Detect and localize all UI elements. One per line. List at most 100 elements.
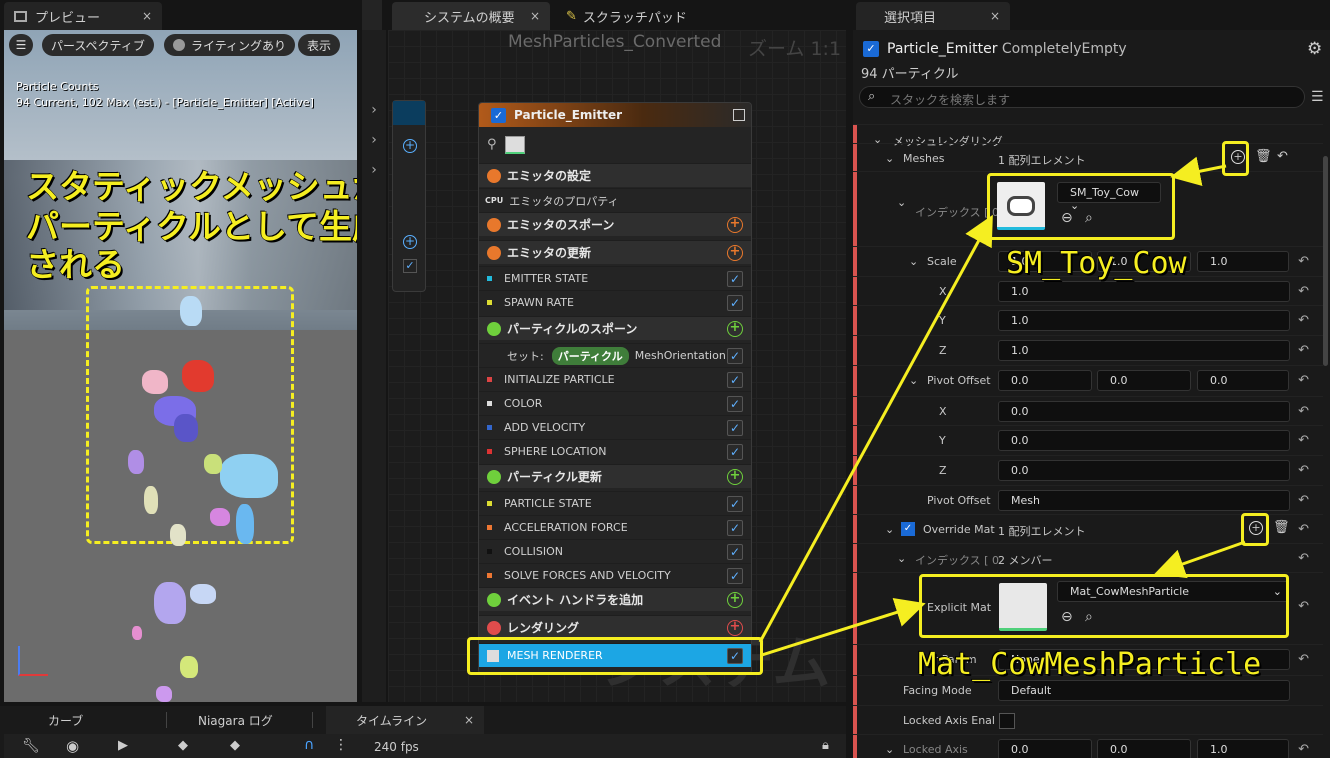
lighting-button[interactable]: ライティングあり bbox=[164, 34, 296, 56]
show-button[interactable]: 表示 bbox=[298, 34, 341, 56]
key-add-icon[interactable]: ◆ bbox=[230, 738, 240, 753]
reset-icon[interactable]: ↶ bbox=[1298, 254, 1309, 269]
enable-checkbox[interactable]: ✓ bbox=[491, 107, 506, 123]
module-enable-checkbox[interactable]: ✓ bbox=[727, 371, 743, 388]
node-row[interactable]: ADD VELOCITY ✓ bbox=[479, 415, 751, 439]
close-icon[interactable]: × bbox=[990, 9, 1000, 23]
module-enable-checkbox[interactable]: ✓ bbox=[727, 543, 743, 560]
trash-icon[interactable]: 🗑︎ bbox=[1273, 520, 1290, 535]
add-module-icon[interactable]: + bbox=[727, 216, 743, 233]
node-row[interactable]: レンダリング + bbox=[479, 615, 751, 639]
tab-timeline[interactable]: タイムライン × bbox=[326, 706, 484, 734]
emitter-node[interactable]: ✓ Particle_Emitter ⚲ エミッタの設定 CPU エミッタのプロパテ… bbox=[478, 102, 752, 674]
reset-icon[interactable]: ↶ bbox=[1298, 599, 1309, 614]
add-icon[interactable]: + bbox=[403, 235, 417, 249]
settings-gear-icon[interactable]: ⚙ bbox=[1307, 39, 1322, 59]
module-enable-checkbox[interactable]: ✓ bbox=[727, 519, 743, 536]
reset-icon[interactable]: ↶ bbox=[1298, 404, 1309, 419]
module-enable-checkbox[interactable]: ✓ bbox=[727, 270, 743, 287]
node-row[interactable]: セット: パーティクル MeshOrientation ✓ bbox=[479, 343, 751, 367]
override-checkbox[interactable]: ✓ bbox=[901, 522, 915, 536]
wrench-icon[interactable]: 🔧︎ bbox=[22, 738, 40, 754]
add-icon[interactable]: + bbox=[403, 139, 417, 153]
perspective-button[interactable]: パースペクティブ bbox=[42, 34, 154, 56]
collapse-chevron-icon[interactable]: ⌄ bbox=[909, 255, 918, 268]
node-row[interactable]: SPAWN RATE ✓ bbox=[479, 290, 751, 314]
open-external-icon[interactable] bbox=[733, 109, 745, 121]
collapse-chevron-icon[interactable]: ⌄ bbox=[897, 196, 906, 209]
close-icon[interactable]: × bbox=[464, 713, 474, 727]
module-enable-checkbox[interactable]: ✓ bbox=[727, 495, 743, 512]
emitter-enable-checkbox[interactable]: ✓ bbox=[863, 41, 879, 57]
play-icon[interactable]: ▶ bbox=[118, 738, 128, 753]
facing-dropdown[interactable]: Default bbox=[998, 680, 1290, 701]
trash-icon[interactable]: 🗑︎ bbox=[1255, 149, 1272, 164]
node-row[interactable]: ACCELERATION FORCE ✓ bbox=[479, 515, 751, 539]
locked-axis-checkbox[interactable] bbox=[999, 713, 1015, 729]
lock-icon[interactable]: 🔒︎ bbox=[822, 738, 829, 753]
reset-icon[interactable]: ↶ bbox=[1298, 373, 1309, 388]
value-field[interactable]: 1.0 bbox=[998, 310, 1290, 331]
collapse-chevron-icon[interactable]: ⌄ bbox=[885, 152, 894, 165]
tab-curve[interactable]: カーブ bbox=[38, 706, 93, 734]
reset-icon[interactable]: ↶ bbox=[1298, 493, 1309, 508]
more-icon[interactable]: ⋮ bbox=[334, 737, 348, 753]
tab-selection[interactable]: 選択項目 × bbox=[856, 2, 1010, 30]
emitter-node-header[interactable]: ✓ Particle_Emitter bbox=[479, 103, 751, 127]
reset-icon[interactable]: ↶ bbox=[1298, 551, 1309, 566]
add-module-icon[interactable]: + bbox=[727, 244, 743, 261]
collapse-chevron-icon[interactable]: ⌄ bbox=[909, 374, 918, 387]
collapse-chevron-icon[interactable]: ⌄ bbox=[885, 743, 894, 756]
node-row[interactable]: パーティクル更新 + bbox=[479, 464, 751, 488]
node-row[interactable]: COLLISION ✓ bbox=[479, 539, 751, 563]
preview-viewport[interactable]: ☰ パースペクティブ ライティングあり 表示 Particle Counts 9… bbox=[4, 30, 357, 702]
pin-icon[interactable]: ⚲ bbox=[487, 137, 497, 152]
fps-label[interactable]: 240 fps bbox=[374, 740, 419, 754]
details-scrollbar[interactable] bbox=[1323, 156, 1328, 366]
node-row[interactable]: INITIALIZE PARTICLE ✓ bbox=[479, 367, 751, 391]
node-row[interactable]: SPHERE LOCATION ✓ bbox=[479, 439, 751, 463]
value-field[interactable]: 0.0 bbox=[1097, 739, 1191, 758]
value-field[interactable]: 0.0 bbox=[998, 430, 1290, 451]
expand-arrow-icon[interactable]: › bbox=[362, 132, 386, 148]
node-row[interactable]: エミッタの設定 bbox=[479, 163, 751, 187]
reset-icon[interactable]: ↶ bbox=[1298, 433, 1309, 448]
reset-icon[interactable]: ↶ bbox=[1298, 343, 1309, 358]
reset-icon[interactable]: ↶ bbox=[1298, 742, 1309, 757]
tab-preview[interactable]: プレビュー × bbox=[4, 2, 162, 30]
node-row[interactable]: エミッタのスポーン + bbox=[479, 212, 751, 236]
value-field[interactable]: 1.0 bbox=[1197, 739, 1289, 758]
node-row[interactable]: SOLVE FORCES AND VELOCITY ✓ bbox=[479, 563, 751, 587]
collapse-chevron-icon[interactable]: ⌄ bbox=[897, 552, 906, 565]
module-enable-checkbox[interactable]: ✓ bbox=[727, 443, 743, 460]
value-field[interactable]: 1.0 bbox=[1197, 251, 1289, 272]
tab-scratch-pad[interactable]: ✎ スクラッチパッド bbox=[556, 2, 726, 30]
key-icon[interactable]: ◆ bbox=[178, 738, 188, 753]
module-enable-checkbox[interactable]: ✓ bbox=[727, 567, 743, 584]
undo-icon[interactable]: ↶ bbox=[1277, 149, 1288, 164]
node-row[interactable]: パーティクルのスポーン + bbox=[479, 316, 751, 340]
value-field[interactable]: 0.0 bbox=[998, 739, 1092, 758]
filter-icon[interactable]: ☰ bbox=[1311, 89, 1324, 105]
node-row[interactable]: COLOR ✓ bbox=[479, 391, 751, 415]
eye-icon[interactable]: ◉ bbox=[66, 737, 79, 755]
value-field[interactable]: 0.0 bbox=[1097, 370, 1191, 391]
add-module-icon[interactable]: + bbox=[727, 591, 743, 608]
reset-icon[interactable]: ↶ bbox=[1298, 463, 1309, 478]
node-row[interactable]: EMITTER STATE ✓ bbox=[479, 266, 751, 290]
tab-system-overview[interactable]: システムの概要 × bbox=[392, 2, 550, 30]
node-row[interactable]: PARTICLE STATE ✓ bbox=[479, 491, 751, 515]
module-enable-checkbox[interactable]: ✓ bbox=[727, 294, 743, 311]
value-field[interactable]: 0.0 bbox=[998, 370, 1092, 391]
value-field[interactable]: 0.0 bbox=[1197, 370, 1289, 391]
value-field[interactable]: 1.0 bbox=[998, 281, 1290, 302]
reset-icon[interactable]: ↶ bbox=[1298, 522, 1309, 537]
expand-arrow-icon[interactable]: › bbox=[362, 102, 386, 118]
reset-icon[interactable]: ↶ bbox=[1298, 313, 1309, 328]
module-enable-checkbox[interactable]: ✓ bbox=[727, 419, 743, 436]
system-node-stub[interactable]: + + ✓ bbox=[392, 100, 426, 292]
reset-icon[interactable]: ↶ bbox=[1298, 284, 1309, 299]
pivot-space-dropdown[interactable]: Mesh bbox=[998, 490, 1290, 511]
reset-icon[interactable]: ↶ bbox=[1298, 652, 1309, 667]
value-field[interactable]: 1.0 bbox=[998, 340, 1290, 361]
